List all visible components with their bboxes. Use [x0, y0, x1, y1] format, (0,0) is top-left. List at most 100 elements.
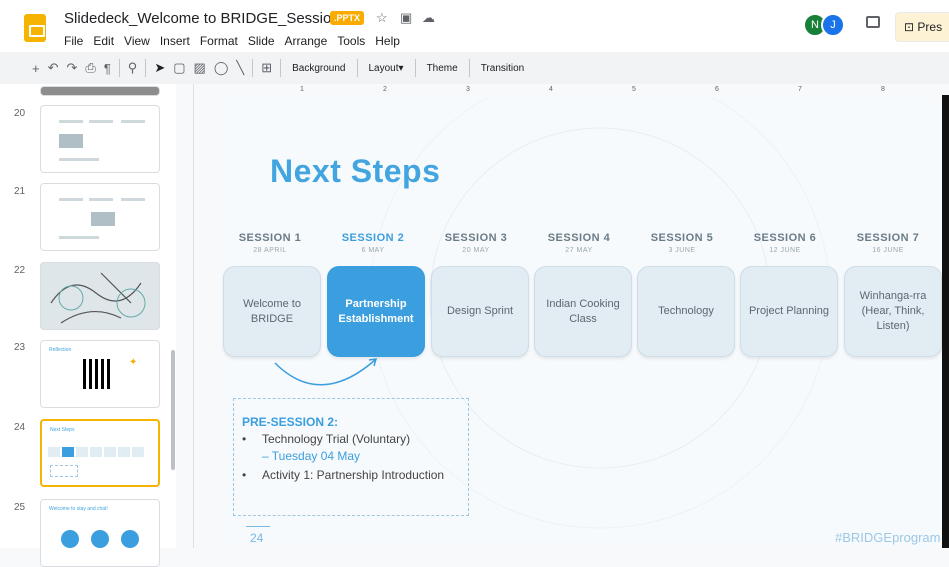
canvas-scrollbar[interactable] [942, 95, 949, 548]
layout-button[interactable]: Layout▾ [369, 63, 404, 74]
slide-thumbnail-22[interactable] [40, 262, 160, 330]
slide-thumbnail-21[interactable] [40, 183, 160, 251]
background-button[interactable]: Background [292, 63, 345, 74]
session-card-1: Welcome to BRIDGE [223, 266, 321, 357]
divider [414, 59, 416, 77]
session-name: SESSION 1 [238, 232, 302, 244]
slide-number-25: 25 [14, 502, 26, 513]
bullet-date: – Tuesday 04 May [262, 449, 361, 463]
session-name: SESSION 3 [444, 232, 508, 244]
ruler-mark: 1 [300, 86, 304, 93]
comments-icon[interactable] [866, 16, 880, 28]
session-date: 27 MAY [565, 247, 593, 254]
new-slide-icon[interactable]: + [32, 61, 40, 76]
image-icon[interactable]: ▨ [194, 60, 206, 76]
transition-button[interactable]: Transition [481, 63, 525, 74]
file-type-badge: .PPTX [330, 11, 365, 25]
menu-slide[interactable]: Slide [248, 34, 275, 48]
menu-format[interactable]: Format [200, 34, 238, 48]
divider [118, 59, 120, 77]
slide-number-20: 20 [14, 108, 26, 119]
shape-icon[interactable]: ◯ [214, 60, 229, 76]
slide-number-23: 23 [14, 342, 26, 353]
slide-thumbnail-19[interactable] [40, 86, 160, 96]
slide-number-22: 22 [14, 265, 26, 276]
session-card-3: Design Sprint [431, 266, 529, 357]
menu-file[interactable]: File [64, 34, 83, 48]
session-date: 12 JUNE [769, 247, 801, 254]
vertical-ruler [176, 84, 194, 548]
menu-edit[interactable]: Edit [93, 34, 114, 48]
menu-insert[interactable]: Insert [160, 34, 190, 48]
sketch-illustration [50, 272, 146, 324]
text-box-icon[interactable]: ▢ [173, 60, 185, 76]
comment-add-icon[interactable]: ⊞ [261, 60, 272, 76]
session-card-7: Winhanga-rra (Hear, Think, Listen) [844, 266, 942, 357]
menu-bar: File Edit View Insert Format Slide Arran… [64, 34, 400, 48]
zoom-icon[interactable]: ⚲ [128, 60, 138, 76]
redo-icon[interactable]: ↷ [67, 60, 78, 76]
ruler-mark: 5 [632, 86, 636, 93]
slide-canvas[interactable]: Next Steps SESSION 1 28 APRIL SESSION 2 6 … [220, 98, 949, 548]
print-icon[interactable]: ⎙ [85, 60, 95, 76]
divider [356, 59, 358, 77]
hashtag-text: #BRIDGEprogram [835, 530, 941, 545]
undo-icon[interactable]: ↶ [48, 60, 59, 76]
slide-thumbnail-24[interactable]: Next Steps [40, 419, 160, 487]
ruler-mark: 7 [798, 86, 802, 93]
thumb-title: Welcome to stay and chat! [49, 506, 108, 512]
slides-logo-icon[interactable] [24, 14, 46, 42]
session-1-header: SESSION 1 28 APRIL [220, 232, 320, 254]
document-title[interactable]: Slidedeck_Welcome to BRIDGE_Session 1 [64, 10, 352, 27]
lightbulb-icon: ✦ [129, 357, 138, 368]
slide-thumbnail-23[interactable]: Reflection ✦ [40, 340, 160, 408]
session-date: 20 MAY [462, 247, 490, 254]
ruler-mark: 8 [881, 86, 885, 93]
ruler-mark: 3 [466, 86, 470, 93]
divider [468, 59, 470, 77]
star-icon[interactable]: ☆ [376, 10, 388, 26]
slide-thumbnail-25[interactable]: Welcome to stay and chat! [40, 499, 160, 567]
session-4-header: SESSION 4 27 MAY [529, 232, 629, 254]
session-date: 16 JUNE [872, 247, 904, 254]
menu-arrange[interactable]: Arrange [285, 34, 328, 48]
present-icon: ⊡ [904, 20, 918, 34]
menu-view[interactable]: View [124, 34, 150, 48]
session-card-5: Technology [637, 266, 735, 357]
thumb-title: Reflection [49, 347, 72, 353]
session-date: 6 MAY [361, 247, 385, 254]
pre-session-title: PRE-SESSION 2: [242, 415, 339, 429]
present-button[interactable]: ⊡ Pres [895, 12, 949, 42]
divider [280, 59, 282, 77]
session-name: SESSION 5 [650, 232, 714, 244]
paint-format-icon[interactable]: ¶ [104, 61, 111, 76]
ruler-mark: 2 [383, 86, 387, 93]
menu-help[interactable]: Help [375, 34, 400, 48]
cloud-status-icon[interactable]: ☁ [422, 10, 435, 26]
filmstrip-scrollbar[interactable] [171, 350, 175, 470]
session-date: 28 APRIL [253, 247, 287, 254]
session-name: SESSION 6 [753, 232, 817, 244]
slide-title: Next Steps [270, 153, 441, 189]
present-label: Pres [917, 20, 943, 34]
move-folder-icon[interactable]: ▣ [400, 10, 412, 26]
divider [246, 526, 270, 527]
session-card-4: Indian Cooking Class [534, 266, 632, 357]
select-icon[interactable]: ➤ [154, 60, 165, 76]
session-card-2: Partnership Establishment [327, 266, 425, 357]
avatar-j[interactable]: J [821, 13, 845, 37]
slide-number-21: 21 [14, 186, 26, 197]
session-name: SESSION 7 [856, 232, 920, 244]
line-icon[interactable]: ╲ [236, 60, 244, 76]
bullet-item: Technology Trial (Voluntary) – Tuesday 04… [242, 431, 458, 465]
slide-number-24: 24 [14, 422, 26, 433]
slide-thumbnail-20[interactable] [40, 105, 160, 173]
session-name: SESSION 2 [341, 232, 405, 244]
connector-arrow [274, 359, 376, 386]
session-2-header: SESSION 2 6 MAY [323, 232, 423, 254]
theme-button[interactable]: Theme [427, 63, 458, 74]
session-name: SESSION 4 [547, 232, 611, 244]
menu-tools[interactable]: Tools [337, 34, 365, 48]
session-3-header: SESSION 3 20 MAY [426, 232, 526, 254]
divider [145, 59, 147, 77]
